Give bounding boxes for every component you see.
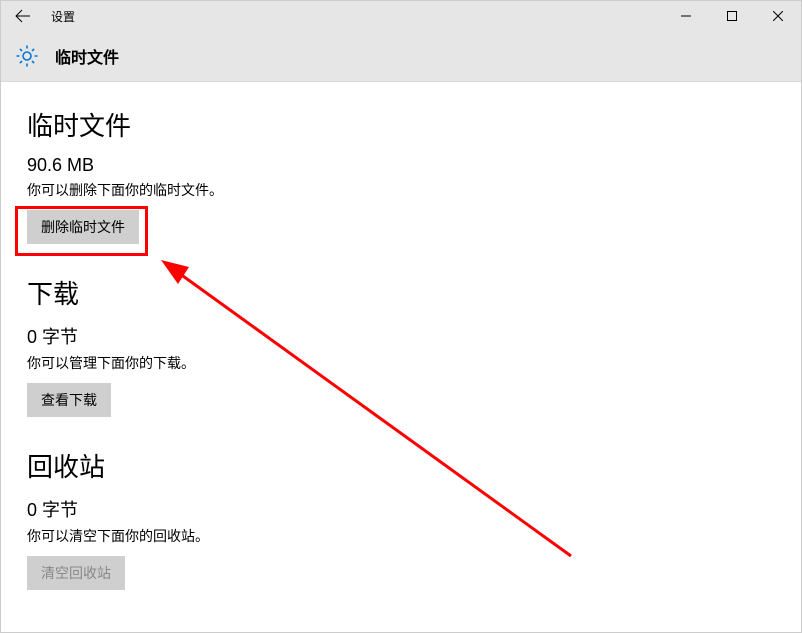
back-arrow-icon <box>15 8 31 24</box>
temp-desc: 你可以删除下面你的临时文件。 <box>27 180 775 200</box>
window-title: 设置 <box>51 8 663 25</box>
settings-window: 设置 临时文件 临时文件 90.6 MB 你可以删除下面你的临时文件。 删除临时… <box>0 0 802 633</box>
downloads-size-value: 0 字节 <box>27 323 775 349</box>
recycle-desc: 你可以清空下面你的回收站。 <box>27 526 775 546</box>
page-header: 临时文件 <box>1 31 801 82</box>
section-downloads: 下载 0 字节 你可以管理下面你的下载。 查看下载 <box>27 274 775 417</box>
title-bar: 设置 <box>1 1 801 31</box>
back-button[interactable] <box>1 1 45 31</box>
maximize-button[interactable] <box>709 1 755 31</box>
empty-recycle-button[interactable]: 清空回收站 <box>27 556 125 590</box>
section-heading: 下载 <box>27 274 775 311</box>
window-controls <box>663 1 801 31</box>
temp-size-value: 90.6 MB <box>27 155 775 176</box>
section-heading: 临时文件 <box>27 106 775 143</box>
minimize-icon <box>681 11 691 21</box>
minimize-button[interactable] <box>663 1 709 31</box>
delete-temp-button[interactable]: 删除临时文件 <box>27 210 139 244</box>
page-title: 临时文件 <box>55 44 119 68</box>
close-icon <box>773 11 783 21</box>
content-area: 临时文件 90.6 MB 你可以删除下面你的临时文件。 删除临时文件 下载 0 … <box>1 82 801 590</box>
maximize-icon <box>727 11 737 21</box>
gear-icon <box>15 44 39 68</box>
close-button[interactable] <box>755 1 801 31</box>
view-downloads-button[interactable]: 查看下载 <box>27 383 111 417</box>
section-heading: 回收站 <box>27 447 775 484</box>
recycle-size-value: 0 字节 <box>27 496 775 522</box>
section-temp-files: 临时文件 90.6 MB 你可以删除下面你的临时文件。 删除临时文件 <box>27 106 775 244</box>
downloads-desc: 你可以管理下面你的下载。 <box>27 353 775 373</box>
section-recycle-bin: 回收站 0 字节 你可以清空下面你的回收站。 清空回收站 <box>27 447 775 590</box>
